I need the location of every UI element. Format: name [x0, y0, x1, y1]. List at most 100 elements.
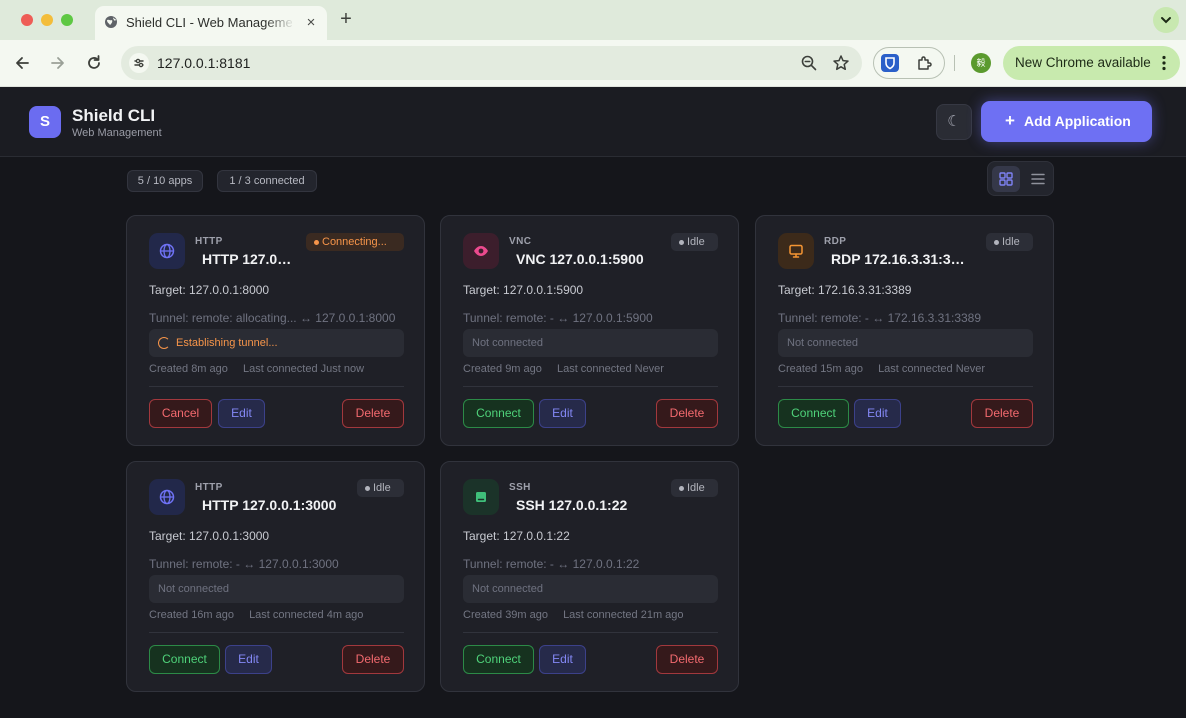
target-text: Target: 127.0.0.1:5900 — [463, 283, 584, 297]
new-tab-button[interactable]: + — [336, 8, 356, 30]
delete-button[interactable]: Delete — [342, 399, 404, 428]
delete-button[interactable]: Delete — [656, 399, 718, 428]
target-text: Target: 127.0.0.1:22 — [463, 529, 570, 543]
edit-button[interactable]: Edit — [218, 399, 265, 428]
site-info-button[interactable] — [129, 53, 149, 73]
back-arrow-icon[interactable] — [12, 53, 32, 73]
chrome-update-button[interactable]: New Chrome available — [1003, 46, 1180, 80]
delete-button[interactable]: Delete — [342, 645, 404, 674]
app-logo: S — [29, 106, 61, 138]
card-divider — [463, 632, 718, 633]
status-badge: Connecting... — [306, 233, 404, 251]
created-text: Created 16m ago — [149, 609, 234, 621]
app-name: HTTP 127.0.0.1:3000 — [202, 497, 337, 513]
card-divider — [149, 632, 404, 633]
tunnel-text: Tunnel: remote: - ↔ 127.0.0.1:22 — [463, 557, 640, 571]
bitwarden-icon[interactable] — [881, 54, 899, 72]
last-connected-text: Last connected Just now — [242, 363, 365, 375]
cancel-button[interactable]: Cancel — [149, 399, 212, 428]
status-badge: Idle — [671, 233, 718, 251]
last-connected-text: Last connected Never — [556, 363, 664, 375]
created-text: Created 9m ago — [463, 363, 542, 375]
zoom-icon[interactable] — [800, 54, 818, 72]
protocol-label: HTTP — [195, 482, 223, 493]
app-card: HTTP HTTP 127.0.0.1:3000 Idle Target: 12… — [126, 461, 425, 692]
delete-button[interactable]: Delete — [971, 399, 1033, 428]
connect-button[interactable]: Connect — [149, 645, 220, 674]
list-icon — [1031, 173, 1045, 185]
connection-status-box: Not connected — [778, 329, 1033, 357]
kebab-menu-icon — [1162, 55, 1166, 71]
globe-icon — [105, 16, 117, 28]
address-bar[interactable]: 127.0.0.1:8181 — [121, 46, 862, 80]
add-application-button[interactable]: + Add Application — [981, 101, 1152, 142]
window-zoom-button[interactable] — [61, 14, 73, 26]
reload-icon[interactable] — [84, 53, 104, 73]
update-label: New Chrome available — [1015, 55, 1151, 70]
browser-tab-active[interactable]: Shield CLI - Web Management × — [95, 6, 327, 40]
protocol-label: HTTP — [195, 236, 223, 247]
puzzle-extensions-icon[interactable] — [916, 54, 934, 72]
url-text[interactable]: 127.0.0.1:8181 — [157, 54, 250, 72]
apps-count-badge: 5 / 10 apps — [127, 170, 203, 192]
last-connected-text: Last connected 4m ago — [249, 609, 364, 621]
connection-status-box: Establishing tunnel... — [149, 329, 404, 357]
toolbar-separator — [954, 55, 955, 71]
theme-toggle-button[interactable]: ☾ — [936, 104, 972, 140]
extensions-group — [873, 47, 945, 79]
eye-icon — [474, 246, 488, 256]
spinner-icon — [158, 337, 170, 349]
app-icon-tile — [463, 479, 499, 515]
tab-title-fade — [265, 14, 295, 32]
app-name: RDP 172.16.3.31:3389 — [831, 251, 971, 267]
connect-button[interactable]: Connect — [463, 645, 534, 674]
app-subtitle: Web Management — [72, 127, 162, 139]
status-badge: Idle — [671, 479, 718, 497]
tune-icon — [134, 58, 144, 68]
app-viewport: S Shield CLI Web Management ☾ + Add Appl… — [0, 88, 1186, 718]
created-text: Created 15m ago — [778, 363, 863, 375]
connect-button[interactable]: Connect — [463, 399, 534, 428]
edit-button[interactable]: Edit — [539, 399, 586, 428]
connect-button[interactable]: Connect — [778, 399, 849, 428]
protocol-label: RDP — [824, 236, 847, 247]
delete-button[interactable]: Delete — [656, 645, 718, 674]
connection-status-box: Not connected — [149, 575, 404, 603]
last-connected-text: Last connected 21m ago — [563, 609, 684, 621]
window-minimize-button[interactable] — [41, 14, 53, 26]
card-meta: Created 16m ago Last connected 4m ago — [149, 608, 363, 622]
app-header: S Shield CLI Web Management ☾ + Add Appl… — [0, 88, 1186, 157]
status-badge: Idle — [357, 479, 404, 497]
protocol-label: SSH — [509, 482, 531, 493]
card-divider — [149, 386, 404, 387]
created-text: Created 8m ago — [149, 363, 228, 375]
protocol-label: VNC — [509, 236, 532, 247]
status-badge: Idle — [986, 233, 1033, 251]
profile-avatar[interactable]: 毅 — [971, 53, 991, 73]
plus-icon: + — [1005, 111, 1015, 130]
edit-button[interactable]: Edit — [225, 645, 272, 674]
add-application-label: Add Application — [1024, 113, 1131, 129]
connection-status-box: Not connected — [463, 575, 718, 603]
window-close-button[interactable] — [21, 14, 33, 26]
card-meta: Created 8m ago Last connected Just now — [149, 362, 364, 376]
bookmark-star-icon[interactable] — [832, 54, 850, 72]
app-name: VNC 127.0.0.1:5900 — [516, 251, 644, 267]
monitor-icon — [789, 244, 803, 258]
view-toggle — [987, 161, 1054, 196]
tab-close-button[interactable]: × — [303, 13, 319, 33]
edit-button[interactable]: Edit — [854, 399, 901, 428]
terminal-icon — [476, 492, 486, 502]
target-text: Target: 172.16.3.31:3389 — [778, 283, 912, 297]
tab-search-button[interactable] — [1153, 7, 1179, 33]
tunnel-text: Tunnel: remote: allocating... ↔ 127.0.0.… — [149, 311, 396, 325]
browser-tab-strip: Shield CLI - Web Management × + — [0, 0, 1186, 40]
edit-button[interactable]: Edit — [539, 645, 586, 674]
list-view-button[interactable] — [1024, 166, 1052, 192]
grid-view-button[interactable] — [992, 166, 1020, 192]
forward-arrow-icon[interactable] — [48, 53, 68, 73]
app-card: VNC VNC 127.0.0.1:5900 Idle Target: 127.… — [440, 215, 739, 446]
card-meta: Created 9m ago Last connected Never — [463, 362, 664, 376]
tunnel-text: Tunnel: remote: - ↔ 127.0.0.1:3000 — [149, 557, 339, 571]
app-icon-tile — [778, 233, 814, 269]
